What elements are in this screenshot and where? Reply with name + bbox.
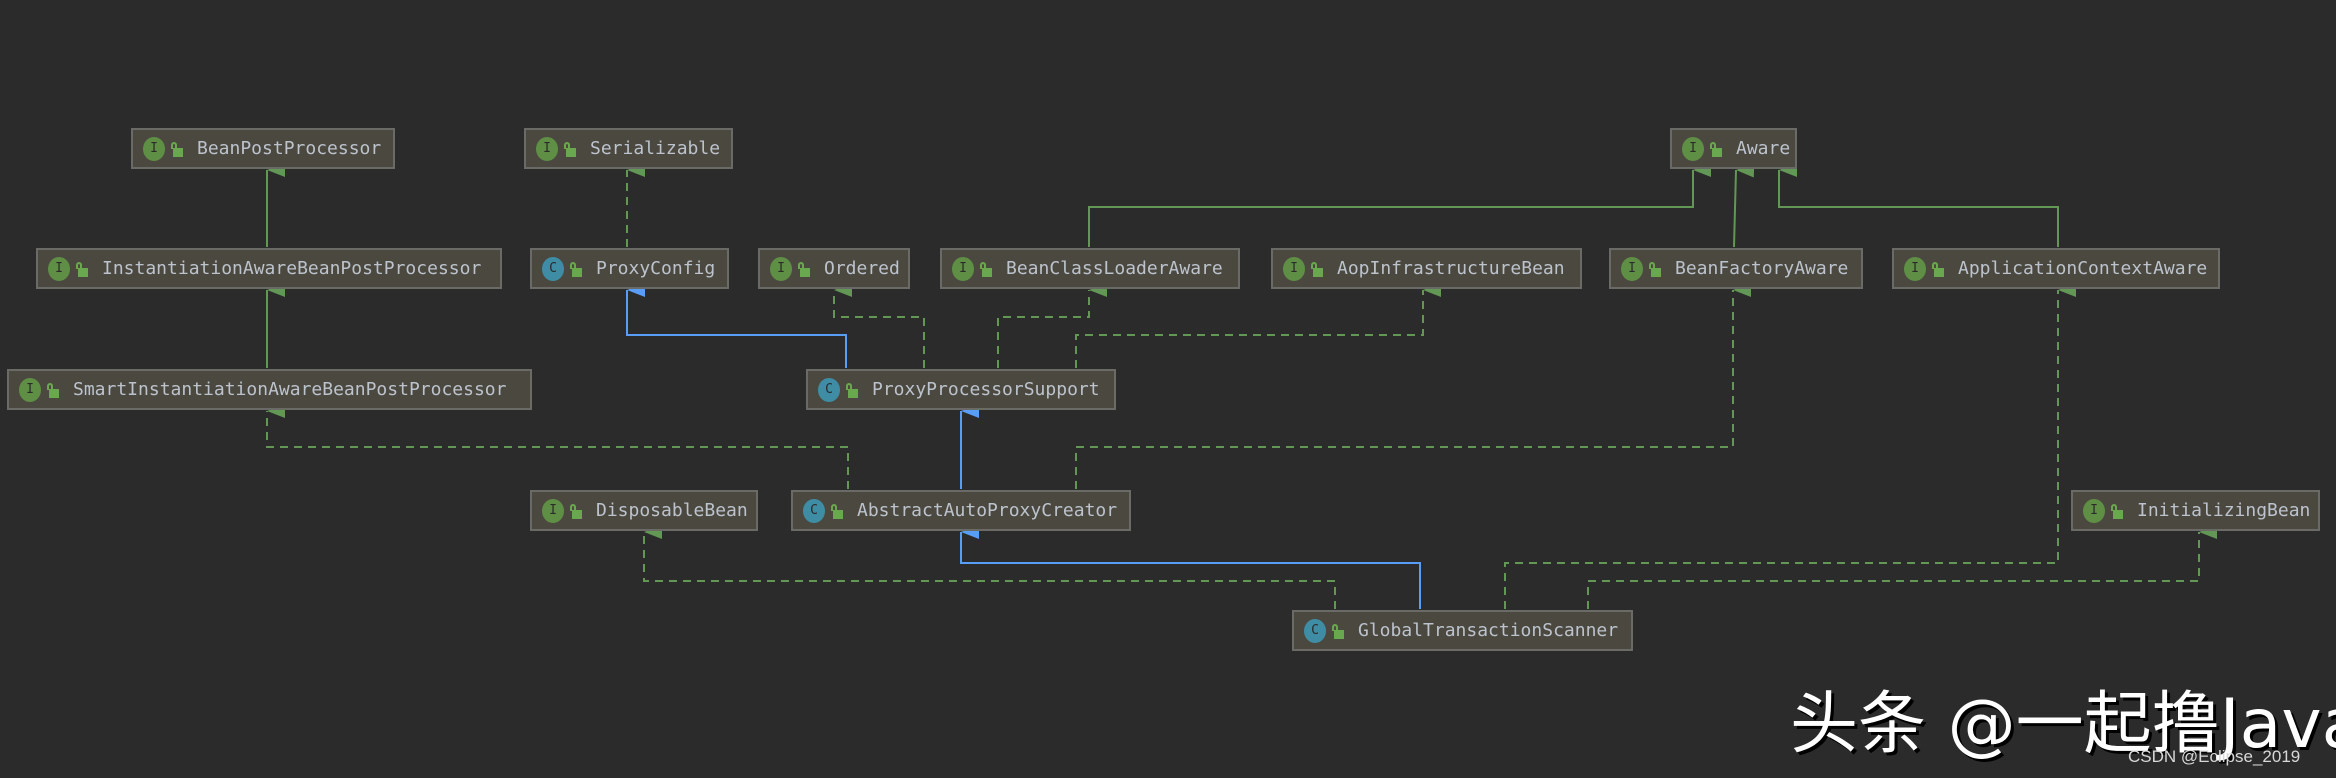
interface-icon: I: [770, 256, 792, 281]
node-label: BeanFactoryAware: [1675, 258, 1849, 279]
public-lock-icon: [846, 382, 858, 398]
node-label: BeanClassLoaderAware: [1006, 258, 1223, 279]
interface-icon: I: [1283, 256, 1305, 281]
node-label: ApplicationContextAware: [1958, 258, 2208, 279]
node-label: Ordered: [824, 258, 900, 279]
node-serializable[interactable]: I Serializable: [524, 128, 733, 169]
public-lock-icon: [1932, 261, 1944, 277]
class-diagram: I BeanPostProcessor I Serializable I Aware …: [0, 0, 2336, 778]
edge-gts-to-initializingbean: [1587, 525, 2217, 609]
node-label: Serializable: [590, 138, 721, 159]
edge-pps-to-ordered: [833, 283, 925, 368]
node-aware[interactable]: I Aware: [1670, 128, 1797, 169]
node-disposable-bean[interactable]: I DisposableBean: [530, 490, 758, 531]
node-instantiation-aware-bpp[interactable]: I InstantiationAwareBeanPostProcessor: [36, 248, 502, 289]
node-label: AopInfrastructureBean: [1337, 258, 1565, 279]
interface-icon: I: [1682, 136, 1704, 161]
public-lock-icon: [980, 261, 992, 277]
class-icon: C: [542, 256, 564, 281]
edge-gts-to-aapc: [960, 525, 1421, 609]
node-proxy-processor-support[interactable]: C ProxyProcessorSupport: [806, 369, 1116, 410]
edge-aapc-to-siabpp: [266, 404, 849, 489]
interface-icon: I: [2083, 498, 2105, 523]
node-label: DisposableBean: [596, 500, 748, 521]
node-bean-factory-aware[interactable]: I BeanFactoryAware: [1609, 248, 1863, 289]
class-icon: C: [818, 377, 840, 402]
abstract-class-icon: C: [803, 498, 825, 523]
interface-icon: I: [536, 136, 558, 161]
public-lock-icon: [798, 261, 810, 277]
node-label: ProxyProcessorSupport: [872, 379, 1100, 400]
public-lock-icon: [831, 503, 843, 519]
edge-pps-to-aopinfrastructurebean: [1075, 283, 1441, 368]
node-label: BeanPostProcessor: [197, 138, 382, 159]
csdn-credit: CSDN @Eclipse_2019: [2128, 747, 2301, 766]
node-bean-post-processor[interactable]: I BeanPostProcessor: [131, 128, 395, 169]
edge-aapc-to-beanfactoryaware: [1075, 283, 1751, 489]
public-lock-icon: [570, 503, 582, 519]
edge-beanfactoryaware-to-aware: [1733, 163, 1755, 248]
node-label: InitializingBean: [2137, 500, 2311, 521]
public-lock-icon: [570, 261, 582, 277]
interface-icon: I: [1621, 256, 1643, 281]
class-icon: C: [1304, 618, 1326, 643]
public-lock-icon: [171, 141, 183, 157]
node-global-transaction-scanner[interactable]: C GlobalTransactionScanner: [1292, 610, 1633, 651]
node-application-context-aware[interactable]: I ApplicationContextAware: [1892, 248, 2220, 289]
node-label: AbstractAutoProxyCreator: [857, 500, 1118, 521]
node-proxy-config[interactable]: C ProxyConfig: [530, 248, 729, 289]
interface-icon: I: [48, 256, 70, 281]
public-lock-icon: [47, 382, 59, 398]
edge-beanclassloaderaware-to-aware: [1088, 163, 1711, 247]
interface-icon: I: [542, 498, 564, 523]
node-smart-instantiation-aware-bpp[interactable]: I SmartInstantiationAwareBeanPostProcesso…: [7, 369, 532, 410]
public-lock-icon: [1311, 261, 1323, 277]
edge-gts-to-disposablebean: [643, 525, 1336, 609]
edge-pps-to-proxyconfig: [626, 283, 847, 368]
interface-icon: I: [1904, 256, 1926, 281]
node-bean-class-loader-aware[interactable]: I BeanClassLoaderAware: [940, 248, 1240, 289]
interface-icon: I: [19, 377, 41, 402]
interface-icon: I: [952, 256, 974, 281]
node-label: SmartInstantiationAwareBeanPostProcessor: [73, 379, 507, 400]
node-label: InstantiationAwareBeanPostProcessor: [102, 258, 482, 279]
edge-applicationcontextaware-to-aware: [1778, 163, 2059, 247]
public-lock-icon: [1710, 141, 1722, 157]
public-lock-icon: [564, 141, 576, 157]
interface-icon: I: [143, 136, 165, 161]
edge-gts-to-applicationcontextaware: [1504, 283, 2076, 609]
public-lock-icon: [76, 261, 88, 277]
node-label: Aware: [1736, 138, 1791, 159]
node-aop-infrastructure-bean[interactable]: I AopInfrastructureBean: [1271, 248, 1582, 289]
node-abstract-auto-proxy-creator[interactable]: C AbstractAutoProxyCreator: [791, 490, 1131, 531]
public-lock-icon: [2111, 503, 2123, 519]
node-ordered[interactable]: I Ordered: [758, 248, 910, 289]
public-lock-icon: [1649, 261, 1661, 277]
public-lock-icon: [1332, 623, 1344, 639]
node-initializing-bean[interactable]: I InitializingBean: [2071, 490, 2320, 531]
node-label: ProxyConfig: [596, 258, 716, 279]
node-label: GlobalTransactionScanner: [1358, 620, 1619, 641]
edge-pps-to-beanclassloaderaware: [997, 283, 1107, 368]
